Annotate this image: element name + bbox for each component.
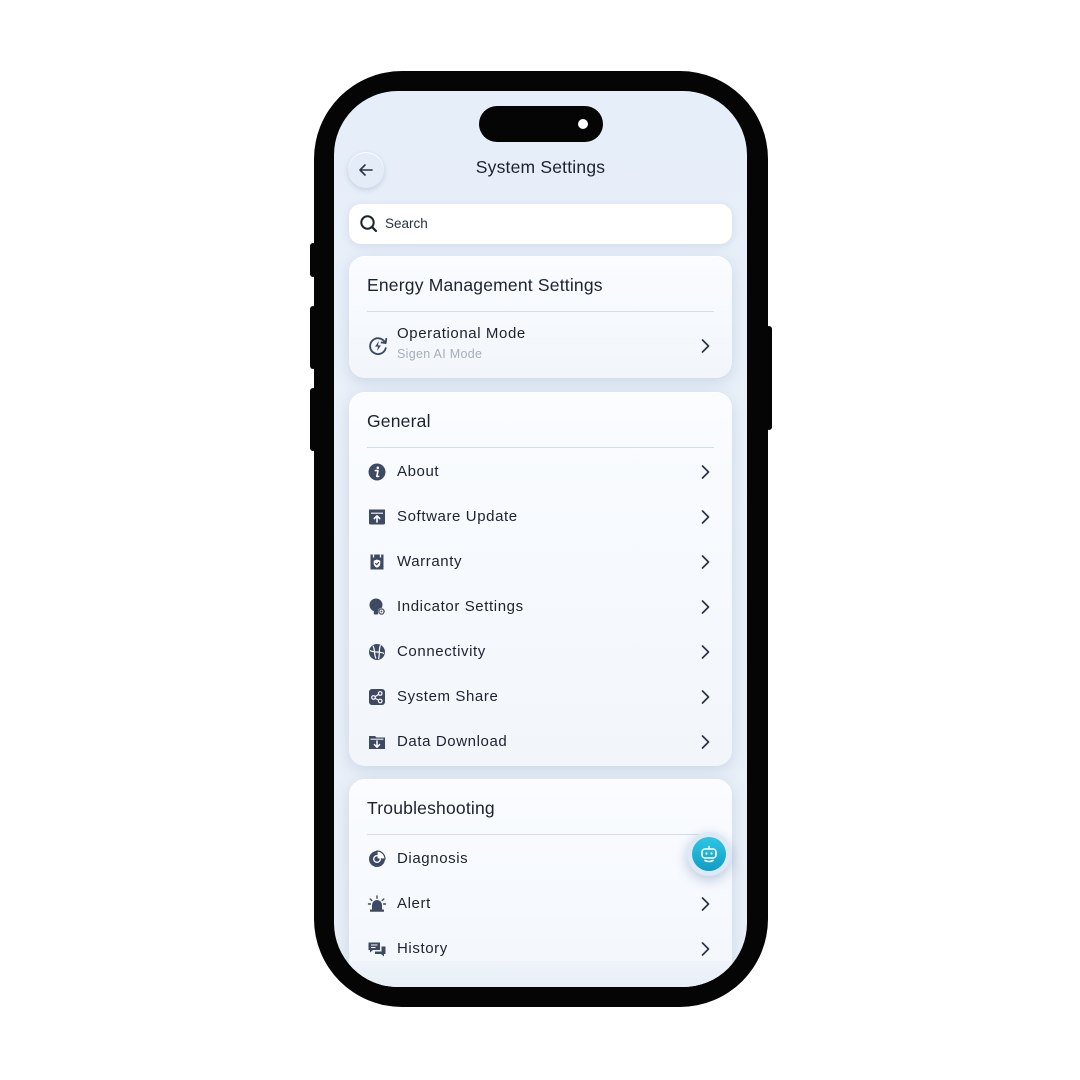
settings-row-label: About	[397, 463, 440, 480]
settings-row-label: Warranty	[397, 553, 463, 570]
settings-row-about[interactable]: About	[349, 452, 732, 492]
history-icon	[368, 942, 386, 957]
settings-row-label: Diagnosis	[397, 850, 469, 867]
divider	[367, 311, 714, 312]
section-title: Energy Management Settings	[367, 275, 603, 295]
settings-row-label: Data Download	[397, 733, 508, 750]
alert-icon	[367, 895, 387, 912]
settings-row-label: Indicator Settings	[397, 598, 524, 615]
settings-row-data-download[interactable]: Data Download	[349, 722, 732, 762]
dynamic-island	[479, 106, 603, 142]
operational-mode-value: Sigen AI Mode	[397, 347, 483, 361]
chevron-right-icon	[701, 600, 710, 614]
settings-row-alert[interactable]: Alert	[349, 884, 732, 924]
settings-row-indicator-settings[interactable]: Indicator Settings	[349, 587, 732, 627]
settings-row-operational-mode[interactable]: Operational Mode Sigen AI Mode	[349, 322, 732, 370]
chevron-right-icon	[701, 690, 710, 704]
divider	[367, 834, 714, 835]
chevron-right-icon	[701, 510, 710, 524]
app-screen: System Settings Search Energy Management…	[334, 91, 747, 987]
volume-up-button	[310, 306, 316, 369]
indicator-icon	[369, 598, 386, 616]
settings-row-software-update[interactable]: Software Update	[349, 497, 732, 537]
camera-dot	[578, 119, 588, 129]
action-button	[310, 243, 316, 277]
chevron-right-icon	[701, 735, 710, 749]
settings-row-label: Software Update	[397, 508, 518, 525]
settings-row-system-share[interactable]: System Share	[349, 677, 732, 717]
chevron-right-icon	[701, 645, 710, 659]
settings-row-connectivity[interactable]: Connectivity	[349, 632, 732, 672]
download-icon	[369, 736, 385, 749]
chevron-right-icon	[701, 465, 710, 479]
energy-management-card: Energy Management Settings Operational M…	[349, 256, 732, 378]
divider	[367, 447, 714, 448]
section-title: Troubleshooting	[367, 798, 495, 818]
general-card: General About Software Update Warranty I…	[349, 392, 732, 766]
chevron-right-icon	[701, 555, 710, 569]
diagnosis-icon	[369, 850, 386, 867]
operational-mode-icon	[369, 337, 388, 355]
assistant-button[interactable]	[687, 832, 731, 876]
search-placeholder: Search	[385, 216, 428, 231]
settings-row-diagnosis[interactable]: Diagnosis	[349, 839, 732, 879]
page-title: System Settings	[475, 157, 606, 177]
bottom-fade	[334, 961, 747, 987]
warranty-icon	[370, 554, 384, 570]
chevron-right-icon	[701, 897, 710, 911]
settings-row-label: Alert	[397, 895, 431, 912]
section-title: General	[367, 411, 431, 431]
settings-row-label: System Share	[397, 688, 499, 705]
info-icon	[368, 463, 386, 481]
connectivity-icon	[369, 644, 385, 660]
software-update-icon	[369, 509, 385, 525]
troubleshooting-card: Troubleshooting Diagnosis Alert History	[349, 779, 732, 987]
settings-row-label: Connectivity	[397, 643, 486, 660]
chevron-right-icon	[701, 942, 710, 956]
settings-row-label: Operational Mode	[397, 325, 526, 342]
search-bar[interactable]: Search	[349, 204, 732, 244]
settings-row-warranty[interactable]: Warranty	[349, 542, 732, 582]
search-icon	[360, 215, 378, 233]
volume-down-button	[310, 388, 316, 451]
chevron-right-icon	[701, 339, 710, 353]
assistant-bot-icon	[692, 837, 726, 871]
power-button	[766, 326, 772, 430]
settings-row-label: History	[397, 940, 448, 957]
share-icon	[369, 689, 385, 705]
